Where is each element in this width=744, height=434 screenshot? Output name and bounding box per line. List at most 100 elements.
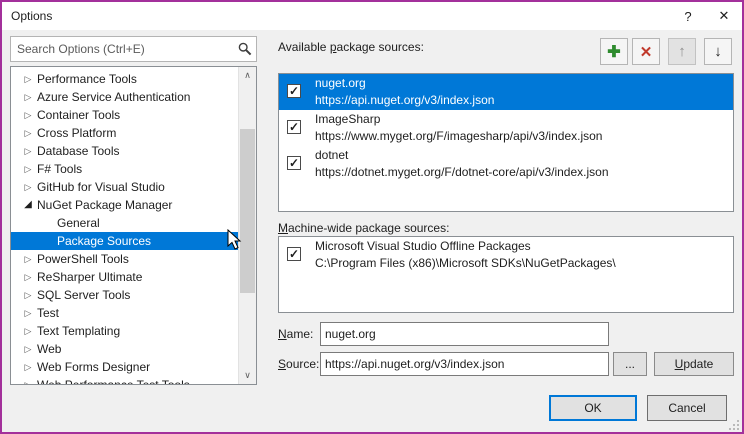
source-checkbox[interactable]: ✓: [287, 156, 301, 170]
tree-collapsed-icon[interactable]: ▷: [19, 106, 37, 124]
tree-item-nuget-package-manager[interactable]: ◢NuGet Package Manager: [11, 196, 239, 214]
source-checkbox[interactable]: ✓: [287, 84, 301, 98]
available-sources-list: ✓ nuget.orghttps://api.nuget.org/v3/index…: [278, 73, 734, 212]
tree-collapsed-icon[interactable]: ▷: [19, 142, 37, 160]
options-dialog: Options ? ✕ ▷Performance Tools▷Azure Ser…: [0, 0, 744, 434]
source-item-nuget-org[interactable]: ✓ nuget.orghttps://api.nuget.org/v3/index…: [279, 74, 733, 110]
available-sources-label: Available package sources:: [278, 40, 424, 54]
scroll-down-icon[interactable]: ∨: [239, 367, 256, 384]
options-tree: ▷Performance Tools▷Azure Service Authent…: [10, 66, 257, 385]
tree-item-f-tools[interactable]: ▷F# Tools: [11, 160, 239, 178]
close-button[interactable]: ✕: [706, 2, 742, 30]
tree-item-powershell-tools[interactable]: ▷PowerShell Tools: [11, 250, 239, 268]
tree-collapsed-icon[interactable]: ▷: [19, 124, 37, 142]
add-source-button[interactable]: ✚: [600, 38, 628, 65]
tree-item-label: Package Sources: [57, 232, 151, 250]
source-text: dotnethttps://dotnet.myget.org/F/dotnet-…: [315, 147, 729, 181]
tree-collapsed-icon[interactable]: ▷: [19, 376, 37, 385]
tree-item-performance-tools[interactable]: ▷Performance Tools: [11, 70, 239, 88]
search-icon[interactable]: [234, 42, 256, 56]
tree-item-label: F# Tools: [37, 160, 82, 178]
tree-collapsed-icon[interactable]: ▷: [19, 178, 37, 196]
tree-collapsed-icon[interactable]: ▷: [19, 250, 37, 268]
tree-item-label: GitHub for Visual Studio: [37, 178, 165, 196]
search-box[interactable]: [10, 36, 257, 62]
source-text: Microsoft Visual Studio Offline Packages…: [315, 238, 729, 272]
update-button[interactable]: Update: [654, 352, 734, 376]
tree-collapsed-icon[interactable]: ▷: [19, 268, 37, 286]
tree-collapsed-icon[interactable]: ▷: [19, 304, 37, 322]
source-checkbox[interactable]: ✓: [287, 247, 301, 261]
help-button[interactable]: ?: [670, 2, 706, 30]
move-down-button[interactable]: ↓: [704, 38, 732, 65]
machine-sources-list: ✓ Microsoft Visual Studio Offline Package…: [278, 236, 734, 313]
source-name: dotnet: [315, 147, 729, 164]
source-text: nuget.orghttps://api.nuget.org/v3/index.…: [315, 75, 729, 109]
tree-item-test[interactable]: ▷Test: [11, 304, 239, 322]
tree-item-label: Performance Tools: [37, 70, 137, 88]
name-field[interactable]: [320, 322, 609, 346]
browse-button[interactable]: ...: [613, 352, 647, 376]
source-name: Microsoft Visual Studio Offline Packages: [315, 238, 729, 255]
tree-item-label: Database Tools: [37, 142, 120, 160]
tree-item-text-templating[interactable]: ▷Text Templating: [11, 322, 239, 340]
tree-item-web-performance-test-tools[interactable]: ▷Web Performance Test Tools: [11, 376, 239, 385]
source-item-dotnet[interactable]: ✓ dotnethttps://dotnet.myget.org/F/dotnet…: [279, 146, 733, 182]
tree-item-label: Web Performance Test Tools: [37, 376, 190, 385]
tree-item-container-tools[interactable]: ▷Container Tools: [11, 106, 239, 124]
tree-item-web[interactable]: ▷Web: [11, 340, 239, 358]
arrow-down-icon: ↓: [714, 43, 722, 60]
source-item-microsoft-visual-studio-offline-packages[interactable]: ✓ Microsoft Visual Studio Offline Package…: [279, 237, 733, 273]
arrow-up-icon: ↑: [678, 43, 686, 60]
tree-item-package-sources[interactable]: Package Sources: [11, 232, 239, 250]
source-url: https://api.nuget.org/v3/index.json: [315, 92, 729, 109]
machine-sources-label: Machine-wide package sources:: [278, 221, 449, 235]
add-icon: ✚: [607, 42, 620, 62]
tree-expanded-icon[interactable]: ◢: [19, 196, 37, 214]
tree-item-github-for-visual-studio[interactable]: ▷GitHub for Visual Studio: [11, 178, 239, 196]
tree-item-label: Container Tools: [37, 106, 120, 124]
tree-item-database-tools[interactable]: ▷Database Tools: [11, 142, 239, 160]
ok-button[interactable]: OK: [549, 395, 637, 421]
scrollbar-thumb[interactable]: [240, 129, 255, 293]
tree-item-label: SQL Server Tools: [37, 286, 130, 304]
tree-item-label: ReSharper Ultimate: [37, 268, 142, 286]
cancel-button[interactable]: Cancel: [647, 395, 727, 421]
tree-item-general[interactable]: General: [11, 214, 239, 232]
titlebar: Options ? ✕: [2, 2, 742, 30]
tree-collapsed-icon[interactable]: ▷: [19, 358, 37, 376]
source-text: ImageSharphttps://www.myget.org/F/images…: [315, 111, 729, 145]
tree-item-label: PowerShell Tools: [37, 250, 129, 268]
tree-collapsed-icon[interactable]: ▷: [19, 88, 37, 106]
scroll-up-icon[interactable]: ∧: [239, 67, 256, 84]
move-up-button[interactable]: ↑: [668, 38, 696, 65]
tree-item-label: General: [57, 214, 100, 232]
source-name: nuget.org: [315, 75, 729, 92]
source-checkbox[interactable]: ✓: [287, 120, 301, 134]
tree-collapsed-icon[interactable]: ▷: [19, 160, 37, 178]
tree-item-azure-service-authentication[interactable]: ▷Azure Service Authentication: [11, 88, 239, 106]
search-input[interactable]: [11, 42, 234, 56]
source-url: https://www.myget.org/F/imagesharp/api/v…: [315, 128, 729, 145]
tree-collapsed-icon[interactable]: ▷: [19, 70, 37, 88]
source-name: ImageSharp: [315, 111, 729, 128]
window-title: Options: [2, 9, 670, 23]
tree-collapsed-icon[interactable]: ▷: [19, 322, 37, 340]
tree-collapsed-icon[interactable]: ▷: [19, 340, 37, 358]
source-url: C:\Program Files (x86)\Microsoft SDKs\Nu…: [315, 255, 729, 272]
remove-icon: ✕: [640, 43, 653, 61]
tree-item-sql-server-tools[interactable]: ▷SQL Server Tools: [11, 286, 239, 304]
resize-grip[interactable]: [727, 418, 739, 430]
tree-item-cross-platform[interactable]: ▷Cross Platform: [11, 124, 239, 142]
tree-item-web-forms-designer[interactable]: ▷Web Forms Designer: [11, 358, 239, 376]
tree-collapsed-icon[interactable]: ▷: [19, 286, 37, 304]
tree-item-label: Text Templating: [37, 322, 120, 340]
source-label: Source:: [278, 357, 319, 371]
tree-item-label: Web Forms Designer: [37, 358, 150, 376]
source-item-imagesharp[interactable]: ✓ ImageSharphttps://www.myget.org/F/image…: [279, 110, 733, 146]
source-field[interactable]: [320, 352, 609, 376]
remove-source-button[interactable]: ✕: [632, 38, 660, 65]
tree-rows: ▷Performance Tools▷Azure Service Authent…: [11, 70, 239, 385]
tree-item-resharper-ultimate[interactable]: ▷ReSharper Ultimate: [11, 268, 239, 286]
tree-scrollbar[interactable]: ∧ ∨: [238, 67, 256, 384]
